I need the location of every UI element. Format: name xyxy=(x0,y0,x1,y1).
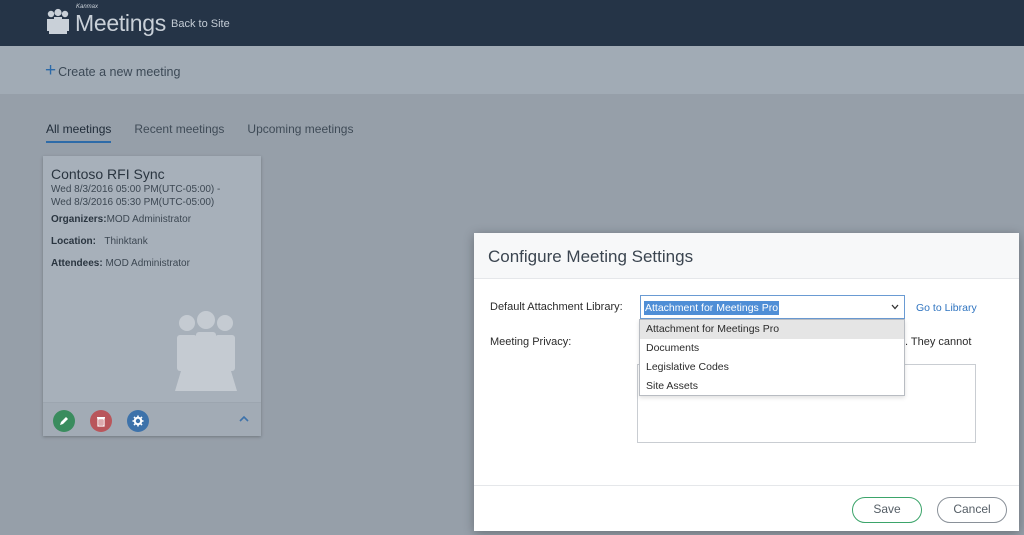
meetings-logo-icon xyxy=(47,8,69,34)
dialog-header: Configure Meeting Settings xyxy=(474,233,1019,279)
tab-upcoming-meetings[interactable]: Upcoming meetings xyxy=(247,122,353,143)
pencil-icon xyxy=(60,417,68,425)
plus-icon: + xyxy=(45,60,57,81)
library-option-legislative-codes[interactable]: Legislative Codes xyxy=(640,358,904,377)
meeting-watermark-icon xyxy=(175,311,237,391)
dialog-footer: Save Cancel xyxy=(474,485,1019,531)
configure-settings-dialog: Configure Meeting Settings Default Attac… xyxy=(474,233,1019,531)
attendees-label: Attendees: xyxy=(51,258,103,269)
card-actions xyxy=(43,402,261,436)
meeting-tabs: All meetings Recent meetings Upcoming me… xyxy=(46,122,376,143)
attendees-row: Attendees: MOD Administrator xyxy=(51,258,190,269)
tab-recent-meetings[interactable]: Recent meetings xyxy=(134,122,224,143)
location-label: Location: xyxy=(51,236,96,247)
attendees-value: MOD Administrator xyxy=(105,258,190,269)
gear-icon xyxy=(132,415,144,427)
meeting-privacy-label: Meeting Privacy: xyxy=(490,336,572,348)
create-meeting-button[interactable]: + Create a new meeting xyxy=(45,60,181,81)
go-to-library-link[interactable]: Go to Library xyxy=(916,302,977,314)
edit-meeting-button[interactable] xyxy=(53,410,75,432)
action-bar: + Create a new meeting xyxy=(0,46,1024,94)
location-value: Thinktank xyxy=(104,236,148,247)
chevron-down-icon xyxy=(891,304,899,310)
meeting-settings-button[interactable] xyxy=(127,410,149,432)
meeting-card[interactable]: Contoso RFI Sync Wed 8/3/2016 05:00 PM(U… xyxy=(43,156,261,436)
selected-library-value: Attachment for Meetings Pro xyxy=(644,301,780,315)
delete-meeting-button[interactable] xyxy=(90,410,112,432)
trash-icon xyxy=(97,417,105,427)
meeting-date: Wed 8/3/2016 05:00 PM(UTC-05:00) - Wed 8… xyxy=(51,183,251,209)
library-option-documents[interactable]: Documents xyxy=(640,339,904,358)
meeting-date-start: Wed 8/3/2016 05:00 PM(UTC-05:00) - xyxy=(51,184,221,195)
default-library-label: Default Attachment Library: xyxy=(490,301,623,313)
location-row: Location: Thinktank xyxy=(51,236,148,247)
meeting-date-end: Wed 8/3/2016 05:30 PM(UTC-05:00) xyxy=(51,197,215,208)
tab-all-meetings[interactable]: All meetings xyxy=(46,122,112,143)
meeting-title: Contoso RFI Sync xyxy=(51,166,165,182)
app-title: Meetings xyxy=(75,10,166,36)
privacy-description: . They cannot xyxy=(905,336,972,348)
organizers-value: MOD Administrator xyxy=(106,214,192,225)
library-option-attachment[interactable]: Attachment for Meetings Pro xyxy=(640,320,904,339)
default-library-select[interactable]: Attachment for Meetings Pro xyxy=(640,295,905,319)
dialog-title: Configure Meeting Settings xyxy=(488,247,694,266)
organizers-label: Organizers: xyxy=(51,214,107,225)
library-option-site-assets[interactable]: Site Assets xyxy=(640,377,904,396)
cancel-button[interactable]: Cancel xyxy=(937,497,1007,523)
organizers-row: Organizers:MOD Administrator xyxy=(51,214,191,225)
back-to-site-link[interactable]: Back to Site xyxy=(171,18,230,30)
top-bar: Kanmax Meetings Back to Site xyxy=(0,0,1024,46)
chevron-up-icon[interactable] xyxy=(239,415,249,423)
create-meeting-label: Create a new meeting xyxy=(58,64,181,79)
save-button[interactable]: Save xyxy=(852,497,922,523)
library-dropdown-list: Attachment for Meetings Pro Documents Le… xyxy=(639,319,905,396)
